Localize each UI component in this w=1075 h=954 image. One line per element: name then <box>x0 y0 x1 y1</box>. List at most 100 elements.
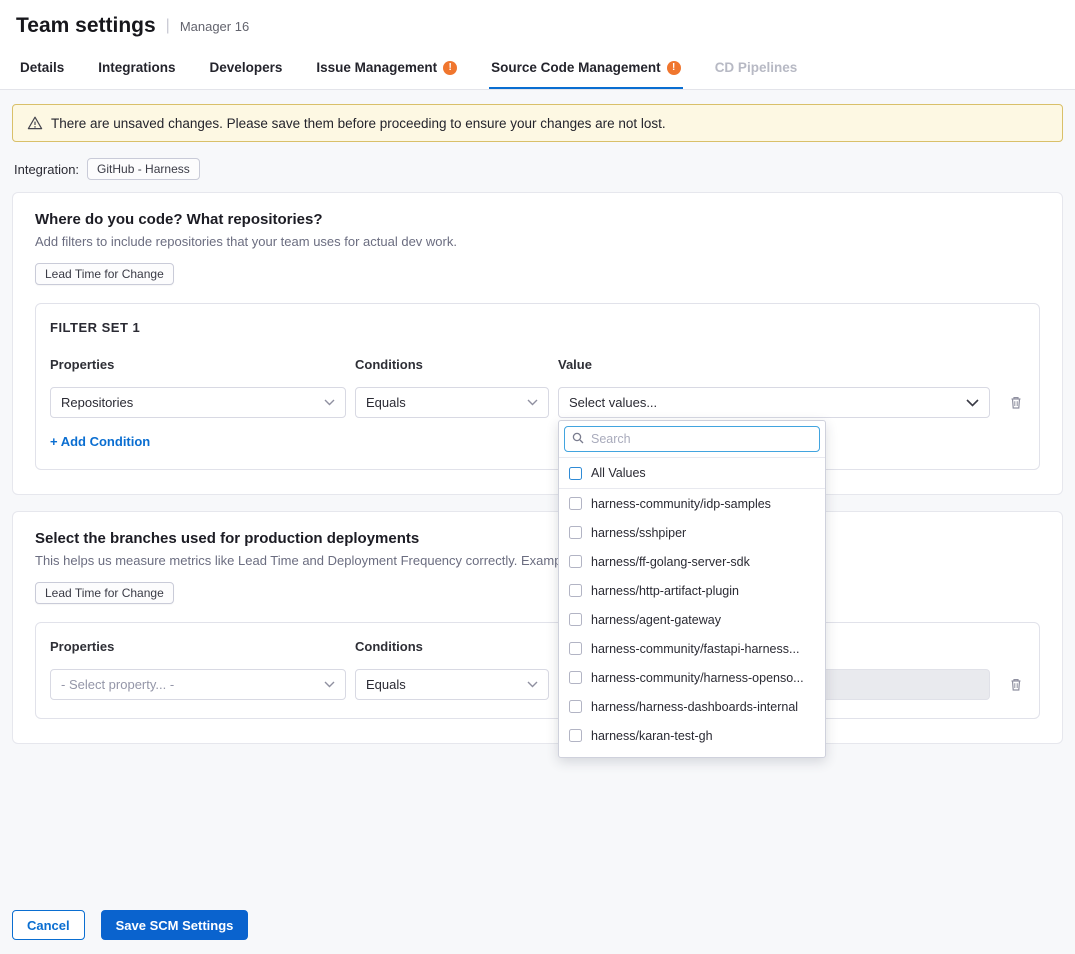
properties-column-label: Properties <box>50 357 346 372</box>
value-select-wrapper: Select values... All Va <box>558 387 990 418</box>
branches-card-title: Select the branches used for production … <box>35 530 1040 547</box>
filter-set-1: FILTER SET 1 Properties Conditions Value… <box>35 303 1040 470</box>
list-item[interactable]: harness-community/idp-samples <box>559 489 825 518</box>
value-select-placeholder: Select values... <box>569 395 657 410</box>
repo-option-label: harness-community/fastapi-harness... <box>591 642 799 656</box>
lead-time-chip: Lead Time for Change <box>35 263 174 285</box>
delete-filter-button[interactable] <box>999 387 1033 418</box>
condition-select[interactable]: Equals <box>355 387 549 418</box>
condition-select[interactable]: Equals <box>355 669 549 700</box>
tab-source-code-management[interactable]: Source Code Management ! <box>489 46 683 89</box>
unsaved-changes-banner: There are unsaved changes. Please save t… <box>12 104 1063 142</box>
trash-icon <box>1009 677 1023 692</box>
value-multiselect[interactable]: Select values... <box>558 387 990 418</box>
tab-cd-pipelines[interactable]: CD Pipelines <box>713 46 800 89</box>
repositories-card-subtitle: Add filters to include repositories that… <box>35 234 1040 249</box>
list-item[interactable]: harness/karan-test-gh <box>559 721 825 750</box>
branches-card: Select the branches used for production … <box>12 511 1063 744</box>
save-scm-settings-button[interactable]: Save SCM Settings <box>101 910 249 940</box>
chevron-down-icon <box>527 681 538 688</box>
repo-option-label: harness-community/harness-openso... <box>591 671 804 685</box>
property-select-placeholder: - Select property... - <box>61 677 174 692</box>
tab-label: Issue Management <box>316 60 437 75</box>
footer-actions: Cancel Save SCM Settings <box>12 910 248 940</box>
repositories-card-title: Where do you code? What repositories? <box>35 211 1040 228</box>
all-values-option[interactable]: All Values <box>559 458 825 489</box>
list-item[interactable]: harness/harness-dashboards-internal <box>559 692 825 721</box>
property-select[interactable]: - Select property... - <box>50 669 346 700</box>
chevron-down-icon <box>324 681 335 688</box>
warning-triangle-icon <box>27 115 43 131</box>
team-name-label: Manager 16 <box>180 19 249 34</box>
banner-text: There are unsaved changes. Please save t… <box>51 116 666 131</box>
repo-option-label: harness-community/idp-samples <box>591 497 771 511</box>
tab-bar: Details Integrations Developers Issue Ma… <box>0 46 1075 90</box>
tab-developers[interactable]: Developers <box>208 46 285 89</box>
chevron-down-icon <box>966 399 979 407</box>
search-icon <box>572 432 584 444</box>
page-header: Team settings | Manager 16 <box>0 0 1075 46</box>
conditions-column-label: Conditions <box>355 357 549 372</box>
list-item[interactable]: harness-community/harness-openso... <box>559 663 825 692</box>
branch-filter-set: Properties Conditions - Select property.… <box>35 622 1040 719</box>
delete-filter-button[interactable] <box>999 669 1033 700</box>
list-item[interactable]: harness/http-artifact-plugin <box>559 576 825 605</box>
title-divider: | <box>166 17 170 35</box>
repo-option-label: harness/karan-test-gh <box>591 729 713 743</box>
tab-details[interactable]: Details <box>18 46 66 89</box>
repo-option-label: harness/harness-dashboards-internal <box>591 700 798 714</box>
property-select[interactable]: Repositories <box>50 387 346 418</box>
main-content: There are unsaved changes. Please save t… <box>0 90 1075 744</box>
list-item[interactable]: harness-community/fastapi-harness... <box>559 634 825 663</box>
checkbox[interactable] <box>569 555 582 568</box>
warning-badge-icon: ! <box>443 61 457 75</box>
condition-select-value: Equals <box>366 677 406 692</box>
warning-badge-icon: ! <box>667 61 681 75</box>
value-dropdown-panel: All Values harness-community/idp-samples… <box>558 420 826 758</box>
list-item[interactable]: harness/sshpiper <box>559 518 825 547</box>
all-values-label: All Values <box>591 466 646 480</box>
property-select-value: Repositories <box>61 395 133 410</box>
properties-column-label: Properties <box>50 639 346 654</box>
trash-icon <box>1009 395 1023 410</box>
integration-chip[interactable]: GitHub - Harness <box>87 158 200 180</box>
tab-issue-management[interactable]: Issue Management ! <box>314 46 459 89</box>
tab-label: Integrations <box>98 60 175 75</box>
chevron-down-icon <box>527 399 538 406</box>
cancel-button[interactable]: Cancel <box>12 910 85 940</box>
integration-label: Integration: <box>14 162 79 177</box>
add-condition-button[interactable]: + Add Condition <box>50 434 150 449</box>
checkbox[interactable] <box>569 700 582 713</box>
tab-label: Developers <box>210 60 283 75</box>
repo-option-label: harness/ff-golang-server-sdk <box>591 555 750 569</box>
list-item[interactable]: harness/ff-golang-server-sdk <box>559 547 825 576</box>
search-input[interactable] <box>564 426 820 452</box>
checkbox[interactable] <box>569 497 582 510</box>
value-column-label: Value <box>558 357 990 372</box>
repo-option-label: harness/agent-gateway <box>591 613 721 627</box>
repo-option-label: harness/http-artifact-plugin <box>591 584 739 598</box>
branches-card-subtitle: This helps us measure metrics like Lead … <box>35 553 1040 568</box>
tab-label: CD Pipelines <box>715 60 798 75</box>
checkbox[interactable] <box>569 729 582 742</box>
tab-integrations[interactable]: Integrations <box>96 46 177 89</box>
list-item[interactable]: harness/agent-gateway <box>559 605 825 634</box>
chevron-down-icon <box>324 399 335 406</box>
checkbox[interactable] <box>569 613 582 626</box>
checkbox[interactable] <box>569 671 582 684</box>
tab-label: Details <box>20 60 64 75</box>
checkbox[interactable] <box>569 526 582 539</box>
lead-time-chip: Lead Time for Change <box>35 582 174 604</box>
repositories-card: Where do you code? What repositories? Ad… <box>12 192 1063 495</box>
conditions-column-label: Conditions <box>355 639 549 654</box>
checkbox[interactable] <box>569 467 582 480</box>
checkbox[interactable] <box>569 584 582 597</box>
page-title: Team settings <box>16 14 156 38</box>
repo-option-label: harness/... <box>591 758 649 759</box>
filter-column-headers: Properties Conditions Value <box>50 357 1025 387</box>
list-item[interactable]: harness/... <box>559 750 825 758</box>
filter-column-headers: Properties Conditions <box>50 639 1025 669</box>
dropdown-search-container <box>559 421 825 458</box>
checkbox[interactable] <box>569 642 582 655</box>
filter-set-title: FILTER SET 1 <box>50 320 1025 335</box>
